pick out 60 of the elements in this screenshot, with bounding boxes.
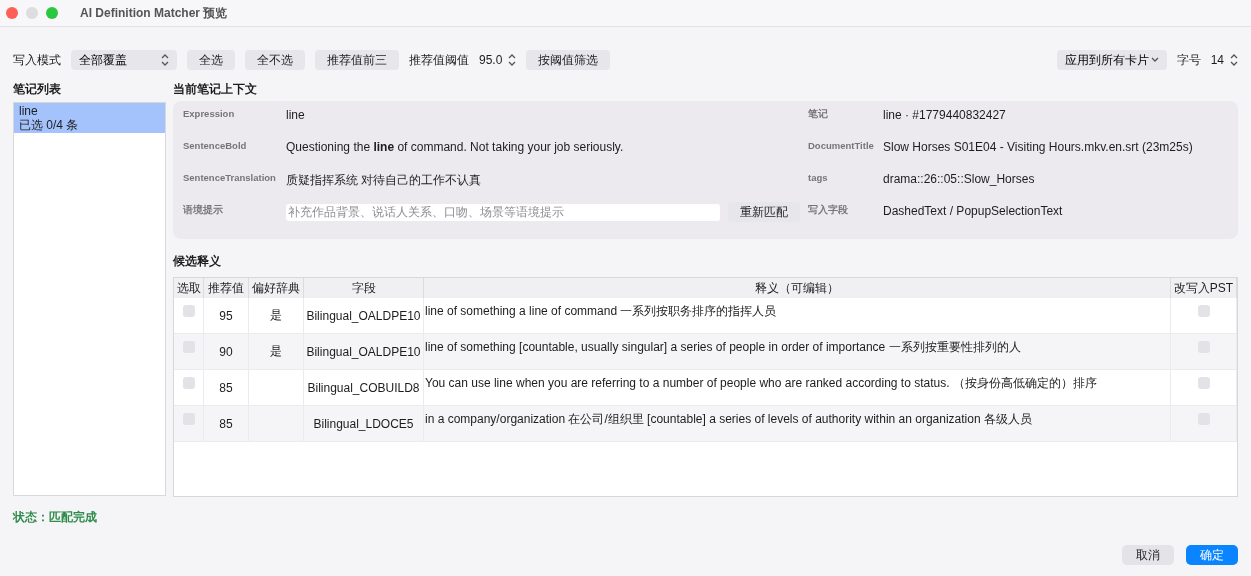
threshold-label: 推荐值阈值	[409, 51, 469, 69]
field-value: 质疑指挥系统 对待自己的工作不认真	[286, 172, 483, 189]
zoom-button[interactable]	[46, 7, 58, 19]
table-cell: Bilingual_OALDPE10	[304, 334, 424, 370]
stepper-icon[interactable]	[508, 53, 517, 67]
confirm-button[interactable]: 确定	[1186, 545, 1238, 565]
field-label: 写入字段	[808, 203, 849, 217]
stepper-icon[interactable]	[161, 53, 169, 67]
apply-select[interactable]: 应用到所有卡片	[1056, 50, 1167, 70]
filter-button[interactable]: 按阈值筛选	[526, 50, 611, 70]
field-value: DashedText / PopupSelectionText	[883, 203, 1064, 220]
column-header: 字段	[304, 278, 424, 298]
column-header: 改写入PST	[1171, 278, 1237, 298]
field-label: tags	[808, 171, 829, 185]
font-size-label: 字号	[1176, 51, 1201, 69]
column-header: 选取	[174, 278, 204, 298]
toolbar-button[interactable]: 推荐值前三	[315, 50, 399, 70]
write-mode-label: 写入模式	[13, 51, 61, 69]
font-size-value[interactable]: 14	[1210, 53, 1224, 67]
checkbox[interactable]	[1197, 305, 1210, 317]
field-value: drama::26::05::Slow_Horses	[883, 171, 1036, 188]
field-label: 笔记	[808, 107, 829, 121]
field-label: Expression	[183, 107, 236, 121]
table-cell: 85	[204, 406, 249, 442]
field-label: 语境提示	[183, 203, 224, 217]
field-value: Slow Horses S01E04 - Visiting Hours.mkv.en.srt (23m25s)	[883, 139, 1194, 156]
section-title: 候选释义	[173, 253, 222, 270]
close-button[interactable]	[6, 7, 18, 19]
toolbar-button[interactable]: 全选	[187, 50, 235, 70]
checkbox[interactable]	[182, 305, 195, 317]
window-title: AI Definition Matcher 预览	[80, 4, 228, 22]
caret-icon	[1150, 57, 1159, 63]
table-cell: Bilingual_LDOCE5	[304, 406, 424, 442]
field-value: line	[286, 107, 306, 124]
toolbar-button[interactable]: 全不选	[245, 50, 305, 70]
field-label: SentenceTranslation	[183, 171, 277, 185]
checkbox[interactable]	[182, 377, 195, 389]
hint-field[interactable]: 补充作品背景、说话人关系、口吻、场景等语境提示	[286, 203, 720, 221]
field-label: DocumentTitle	[808, 139, 875, 153]
note-item[interactable]: line 已选 0/4 条	[14, 103, 165, 133]
column-header: 推荐值	[204, 278, 249, 298]
table-cell: 90	[204, 334, 249, 370]
column-header: 释义（可编辑）	[424, 278, 1171, 298]
section-title: 当前笔记上下文	[173, 81, 258, 98]
field-value: line · #1779440832427	[883, 107, 1007, 124]
write-mode-select[interactable]: 全部覆盖	[71, 50, 177, 70]
field-value: Questioning the line of command. Not taking your job seriously.	[286, 139, 625, 156]
status-text: 状态：匹配完成	[11, 509, 98, 526]
field-label: SentenceBold	[183, 139, 248, 153]
stepper-icon[interactable]	[1230, 53, 1238, 67]
table-cell[interactable]: line of something [countable, usually singular] a series of people in order of importance 一系列按重要性排列的人	[424, 334, 1171, 370]
threshold-value[interactable]: 95.0	[479, 53, 503, 67]
checkbox[interactable]	[1197, 377, 1210, 389]
cancel-button[interactable]: 取消	[1122, 545, 1174, 565]
table-cell[interactable]: in a company/organization 在公司/组织里 [countable] a series of levels of authority within an organization 各级人员	[424, 406, 1171, 442]
column-header: 偏好辞典	[249, 278, 304, 298]
minimize-button[interactable]	[26, 7, 38, 19]
section-title: 笔记列表	[13, 81, 62, 98]
table-cell: 是	[249, 334, 304, 370]
rematch-button[interactable]: 重新匹配	[728, 202, 800, 222]
